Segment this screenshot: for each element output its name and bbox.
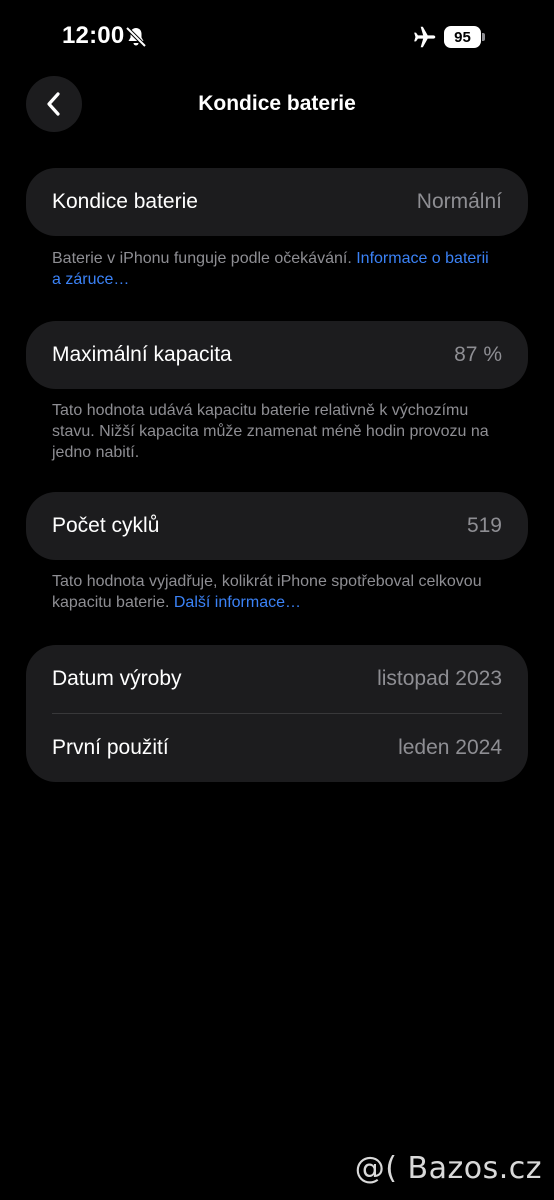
- battery-level: 95: [444, 26, 481, 48]
- battery-health-note: Baterie v iPhonu funguje podle očekávání…: [52, 248, 492, 290]
- battery-health-note-text: Baterie v iPhonu funguje podle očekávání…: [52, 250, 357, 267]
- max-capacity-card: Maximální kapacita 87 %: [26, 321, 528, 389]
- page-title: Kondice baterie: [198, 92, 356, 115]
- cycle-count-card: Počet cyklů 519: [26, 492, 528, 560]
- manufacture-date-value: listopad 2023: [377, 667, 502, 690]
- battery-tip: [482, 33, 485, 41]
- battery-health-card: Kondice baterie Normální: [26, 168, 528, 236]
- max-capacity-value: 87 %: [454, 343, 502, 366]
- status-bar: 12:00 95: [0, 0, 554, 70]
- battery-health-label: Kondice baterie: [52, 190, 198, 213]
- first-use-label: První použití: [52, 736, 169, 759]
- max-capacity-label: Maximální kapacita: [52, 343, 232, 366]
- battery-icon: 95: [444, 26, 485, 48]
- cycle-count-value: 519: [466, 514, 502, 537]
- first-use-row: První použití leden 2024: [26, 714, 528, 782]
- max-capacity-note-text: Tato hodnota udává kapacitu baterie rela…: [52, 402, 489, 461]
- bell-slash-icon: [125, 26, 147, 48]
- airplane-icon: [414, 26, 436, 48]
- battery-health-row[interactable]: Kondice baterie Normální: [26, 168, 528, 236]
- cycle-count-note: Tato hodnota vyjadřuje, kolikrát iPhone …: [52, 571, 492, 613]
- max-capacity-row: Maximální kapacita 87 %: [26, 321, 528, 389]
- status-time: 12:00: [62, 22, 125, 49]
- cycle-count-label: Počet cyklů: [52, 514, 160, 537]
- manufacture-date-label: Datum výroby: [52, 667, 182, 690]
- manufacture-date-row: Datum výroby listopad 2023: [26, 645, 528, 713]
- battery-health-value: Normální: [416, 190, 502, 213]
- max-capacity-note: Tato hodnota udává kapacitu baterie rela…: [52, 400, 492, 463]
- bazos-watermark: @( Bazos.cz: [354, 1151, 542, 1186]
- cycle-count-row: Počet cyklů 519: [26, 492, 528, 560]
- more-info-link[interactable]: Další informace…: [174, 594, 301, 611]
- first-use-value: leden 2024: [398, 736, 502, 759]
- dates-card: Datum výroby listopad 2023 První použití…: [26, 645, 528, 782]
- battery-health-screen: 12:00 95 Kondice baterie Kondice baterie…: [0, 0, 554, 1200]
